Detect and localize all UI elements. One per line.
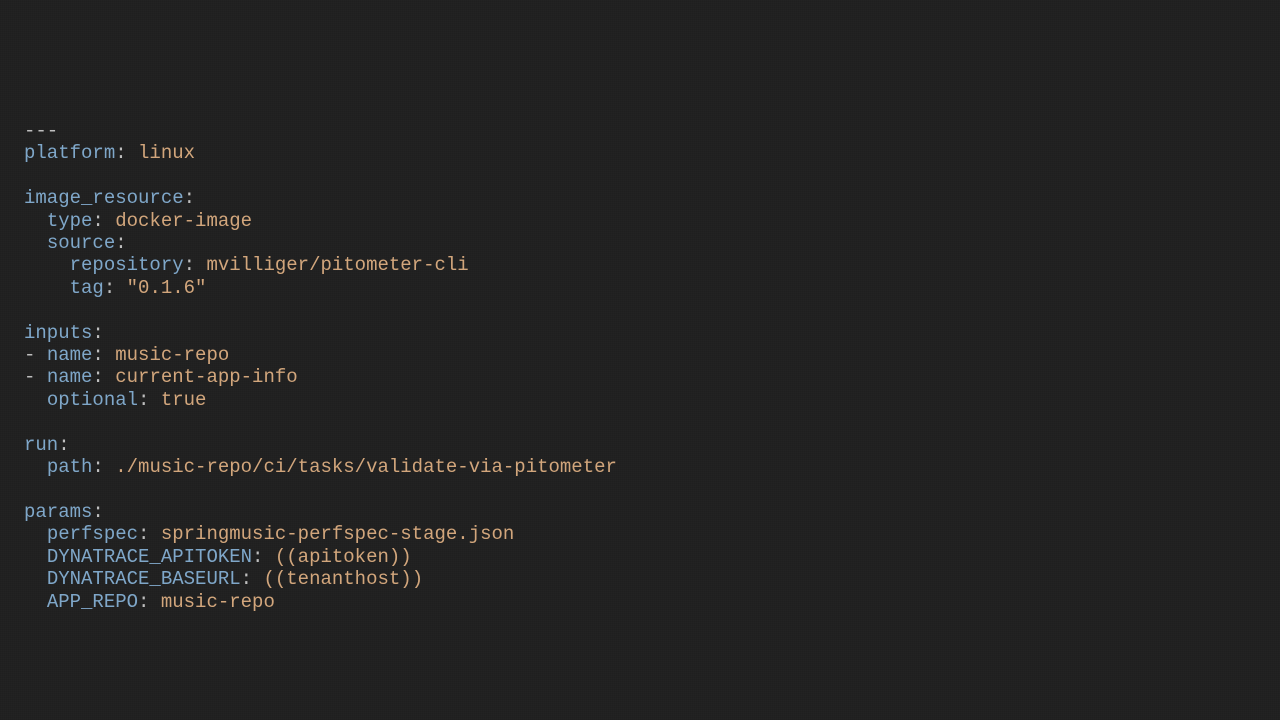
key-type: type — [47, 210, 93, 232]
val-type: docker-image — [115, 210, 252, 232]
val-perfspec: springmusic-perfspec-stage.json — [161, 523, 514, 545]
key-optional: optional — [47, 389, 138, 411]
yaml-code-block: --- platform: linux image_resource: type… — [0, 0, 1280, 613]
val-platform: linux — [138, 142, 195, 164]
key-repository: repository — [70, 254, 184, 276]
val-optional: true — [161, 389, 207, 411]
key-source: source — [47, 232, 115, 254]
key-path: path — [47, 456, 93, 478]
val-tag: "0.1.6" — [127, 277, 207, 299]
val-dt-baseurl: ((tenanthost)) — [263, 568, 423, 590]
key-perfspec: perfspec — [47, 523, 138, 545]
val-input-2: current-app-info — [115, 366, 297, 388]
key-name-1: name — [47, 344, 93, 366]
key-dt-baseurl: DYNATRACE_BASEURL — [47, 568, 241, 590]
key-dt-apitoken: DYNATRACE_APITOKEN — [47, 546, 252, 568]
key-name-2: name — [47, 366, 93, 388]
key-run: run — [24, 434, 58, 456]
key-params: params — [24, 501, 92, 523]
val-app-repo: music-repo — [161, 591, 275, 613]
val-repository: mvilliger/pitometer-cli — [206, 254, 468, 276]
key-image-resource: image_resource — [24, 187, 184, 209]
key-inputs: inputs — [24, 322, 92, 344]
yaml-doc-start: --- — [24, 120, 58, 142]
val-path: ./music-repo/ci/tasks/validate-via-pitom… — [115, 456, 617, 478]
key-app-repo: APP_REPO — [47, 591, 138, 613]
key-platform: platform — [24, 142, 115, 164]
val-dt-apitoken: ((apitoken)) — [275, 546, 412, 568]
val-input-1: music-repo — [115, 344, 229, 366]
key-tag: tag — [70, 277, 104, 299]
